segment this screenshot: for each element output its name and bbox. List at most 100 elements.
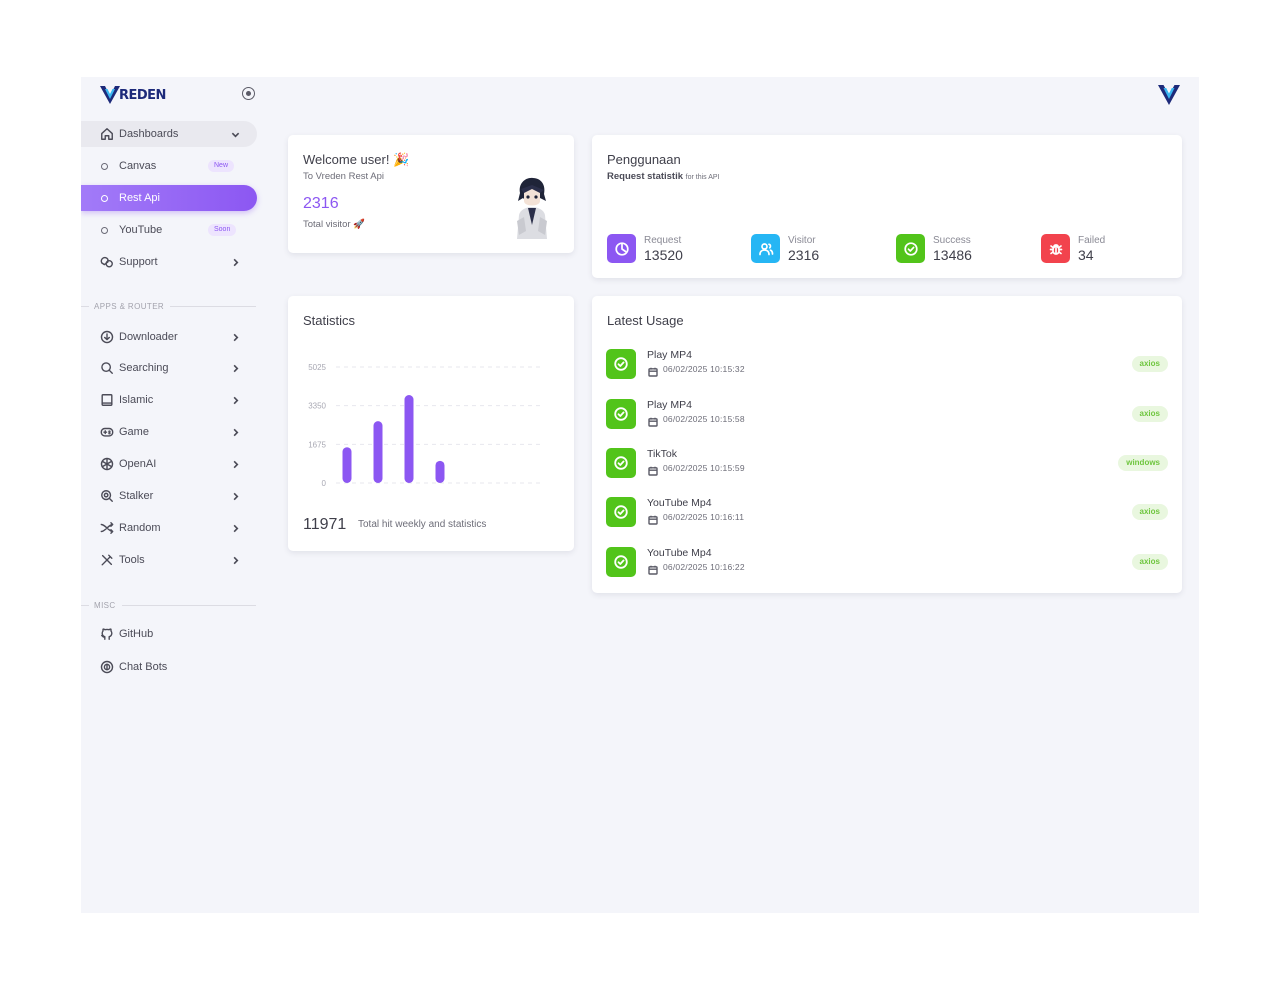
stat-success-label: Success bbox=[933, 235, 971, 246]
chart-bar[interactable] bbox=[373, 421, 383, 483]
usage-tag: axios bbox=[1131, 504, 1168, 520]
github-icon bbox=[99, 627, 114, 642]
nav-chat-bots[interactable]: Chat Bots bbox=[81, 654, 257, 680]
usage-tag: axios bbox=[1131, 554, 1168, 570]
chart-bar[interactable] bbox=[435, 460, 445, 483]
chevron-right-icon bbox=[231, 395, 241, 405]
check-circle-icon bbox=[606, 547, 636, 577]
usage-subtitle-bold: Request statistik bbox=[607, 171, 684, 182]
nav-searching-label: Searching bbox=[119, 362, 169, 374]
chevron-right-icon bbox=[231, 363, 241, 373]
brand[interactable]: REDEN bbox=[99, 85, 166, 105]
nav-support[interactable]: Support bbox=[81, 249, 257, 275]
stat-request-value: 13520 bbox=[644, 247, 683, 263]
section-apps-router-label: APPS & ROUTER bbox=[94, 301, 165, 311]
users-icon bbox=[751, 234, 780, 263]
nav-random[interactable]: Random bbox=[81, 515, 257, 541]
new-badge: New bbox=[208, 160, 235, 172]
circle-icon bbox=[101, 194, 108, 202]
chart-y-tick-label: 1675 bbox=[308, 440, 326, 449]
chevron-right-icon bbox=[231, 427, 241, 437]
statistics-total-caption: Total hit weekly and statistics bbox=[358, 519, 487, 530]
calendar-icon bbox=[648, 512, 658, 525]
circle-icon bbox=[101, 226, 108, 234]
welcome-title: Welcome user! 🎉 bbox=[303, 152, 410, 167]
zoom-icon bbox=[99, 489, 114, 504]
chevron-right-icon bbox=[231, 459, 241, 469]
nav-rest-api[interactable]: Rest Api bbox=[81, 185, 257, 211]
book-icon bbox=[99, 393, 114, 408]
chevron-right-icon bbox=[231, 523, 241, 533]
pie-chart-icon bbox=[607, 234, 636, 263]
section-apps-router: APPS & ROUTER bbox=[81, 300, 256, 312]
nav-dashboards[interactable]: Dashboards bbox=[81, 121, 257, 147]
check-circle-icon bbox=[606, 448, 636, 478]
statistics-total: 11971 bbox=[303, 516, 347, 533]
section-misc-label: MISC bbox=[94, 600, 116, 610]
usage-time: 06/02/2025 10:15:58 bbox=[663, 414, 745, 424]
stat-visitor-label: Visitor bbox=[788, 235, 816, 246]
nav-canvas-label: Canvas bbox=[119, 160, 157, 172]
stat-request-label: Request bbox=[644, 235, 682, 246]
usage-row[interactable]: YouTube Mp4 06/02/2025 10:16:11 axios bbox=[606, 497, 1168, 531]
usage-tag: axios bbox=[1131, 356, 1168, 372]
usage-subtitle-small: for this API bbox=[685, 174, 720, 181]
sidebar: REDEN Dashboards Canvas New Rest Api You… bbox=[81, 77, 261, 913]
statistics-card: Statistics 0 1675 3350 5025 11971 Total hit… bbox=[288, 296, 574, 551]
section-misc: MISC bbox=[81, 599, 256, 611]
sidebar-toggle-icon[interactable] bbox=[242, 87, 255, 100]
nav-islamic-label: Islamic bbox=[119, 394, 154, 406]
nav-tools[interactable]: Tools bbox=[81, 547, 257, 573]
nav-searching[interactable]: Searching bbox=[81, 355, 257, 381]
download-icon bbox=[99, 330, 114, 345]
home-icon bbox=[99, 127, 114, 142]
check-circle-icon bbox=[606, 497, 636, 527]
latest-usage-title: Latest Usage bbox=[607, 313, 684, 328]
usage-tag: axios bbox=[1131, 406, 1168, 422]
visitor-count: 2316 bbox=[303, 195, 339, 212]
nav-youtube[interactable]: YouTube Soon bbox=[81, 217, 257, 243]
usage-name: Play MP4 bbox=[647, 349, 692, 361]
soon-badge: Soon bbox=[208, 224, 237, 236]
usage-name: Play MP4 bbox=[647, 399, 692, 411]
shuffle-icon bbox=[99, 521, 114, 536]
nav-github[interactable]: GitHub bbox=[81, 621, 257, 647]
nav-chat-bots-label: Chat Bots bbox=[119, 661, 168, 673]
stat-success-value: 13486 bbox=[933, 247, 972, 263]
openai-icon bbox=[99, 457, 114, 472]
calendar-icon bbox=[648, 463, 658, 476]
chat-bots-icon bbox=[99, 660, 114, 675]
vreden-header-logo-icon[interactable] bbox=[1157, 83, 1181, 107]
nav-random-label: Random bbox=[119, 522, 161, 534]
brand-name: REDEN bbox=[119, 87, 166, 103]
stat-failed-value: 34 bbox=[1078, 247, 1094, 263]
calendar-icon bbox=[648, 364, 658, 377]
support-icon bbox=[99, 255, 114, 270]
chart-y-tick-label: 5025 bbox=[308, 363, 326, 372]
gamepad-icon bbox=[99, 425, 114, 440]
nav-islamic[interactable]: Islamic bbox=[81, 387, 257, 413]
check-circle-icon bbox=[606, 349, 636, 379]
nav-stalker-label: Stalker bbox=[119, 490, 154, 502]
usage-card: Penggunaan Request statistik for this AP… bbox=[592, 135, 1182, 278]
nav-canvas[interactable]: Canvas New bbox=[81, 153, 257, 179]
usage-time: 06/02/2025 10:15:59 bbox=[663, 463, 745, 473]
chevron-right-icon bbox=[231, 332, 241, 342]
nav-openai[interactable]: OpenAI bbox=[81, 451, 257, 477]
bug-icon bbox=[1041, 234, 1070, 263]
chart-bar[interactable] bbox=[404, 395, 414, 483]
chart-y-tick-label: 3350 bbox=[308, 402, 326, 411]
nav-tools-label: Tools bbox=[119, 554, 145, 566]
usage-row[interactable]: YouTube Mp4 06/02/2025 10:16:22 axios bbox=[606, 547, 1168, 581]
nav-openai-label: OpenAI bbox=[119, 458, 157, 470]
nav-stalker[interactable]: Stalker bbox=[81, 483, 257, 509]
chart-bar[interactable] bbox=[342, 447, 352, 483]
check-circle-icon bbox=[896, 234, 925, 263]
visitor-caption: Total visitor 🚀 bbox=[303, 219, 365, 230]
nav-downloader[interactable]: Downloader bbox=[81, 324, 257, 350]
usage-row[interactable]: Play MP4 06/02/2025 10:15:58 axios bbox=[606, 399, 1168, 433]
usage-row[interactable]: Play MP4 06/02/2025 10:15:32 axios bbox=[606, 349, 1168, 383]
check-circle-icon bbox=[606, 399, 636, 429]
nav-game[interactable]: Game bbox=[81, 419, 257, 445]
usage-row[interactable]: TikTok 06/02/2025 10:15:59 windows bbox=[606, 448, 1168, 482]
